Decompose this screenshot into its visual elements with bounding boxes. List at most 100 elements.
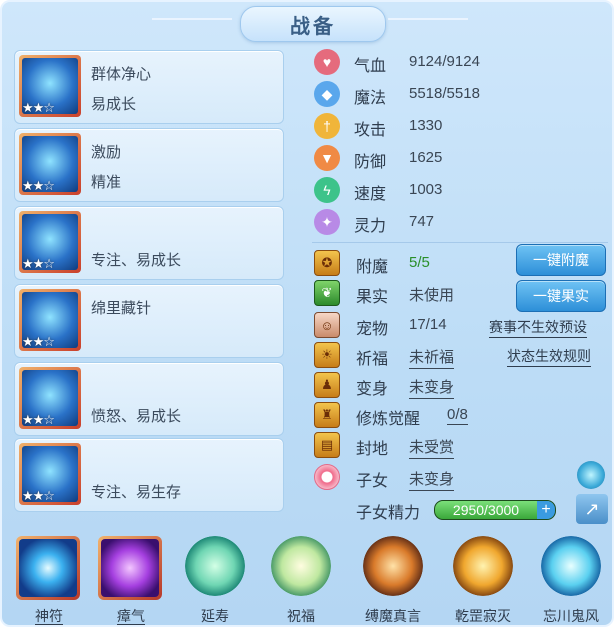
equipment-card[interactable]: ★★☆ 群体净心 易成长 bbox=[14, 50, 284, 124]
enchant-label: 附魔 bbox=[356, 259, 389, 276]
stat-hp: ♥ 气血 9124/9124 bbox=[314, 48, 514, 76]
stat-spirit: ✦ 灵力 747 bbox=[314, 208, 514, 236]
enchant-icon: ✪ bbox=[314, 250, 340, 276]
section-divider bbox=[312, 242, 608, 243]
enchant-value: 5/5 bbox=[409, 254, 430, 271]
panel-title: 战备 bbox=[290, 15, 336, 38]
match-preset-link[interactable]: 赛事不生效预设 bbox=[489, 317, 587, 338]
skill-name: 忘川鬼风 bbox=[543, 608, 599, 624]
stat-value: 1330 bbox=[409, 117, 443, 134]
ghost-wind-icon bbox=[541, 536, 601, 596]
equipment-card[interactable]: ★★☆ 专注、易成长 bbox=[14, 206, 284, 280]
pet-label: 宠物 bbox=[356, 321, 389, 338]
child-value[interactable]: 未变身 bbox=[409, 468, 455, 491]
star-rating: ★★☆ bbox=[22, 178, 55, 193]
stat-value: 747 bbox=[409, 213, 435, 230]
stat-value: 1625 bbox=[409, 149, 443, 166]
boots-icon: ★★☆ bbox=[19, 443, 81, 505]
card-trait: 易成长 bbox=[91, 96, 137, 113]
necklace-icon: ★★☆ bbox=[19, 211, 81, 273]
auto-fruit-button[interactable]: 一键果实 bbox=[516, 280, 606, 312]
card-trait: 专注、易生存 bbox=[91, 484, 182, 501]
blessing-value[interactable]: 未祈福 bbox=[409, 346, 455, 369]
blessing-icon: ☀ bbox=[314, 342, 340, 368]
title-bar: 战备 bbox=[240, 6, 386, 42]
auto-enchant-button[interactable]: 一键附魔 bbox=[516, 244, 606, 276]
star-rating: ★★☆ bbox=[22, 100, 55, 115]
stat-label: 灵力 bbox=[354, 218, 387, 235]
awaken-icon: ♜ bbox=[314, 402, 340, 428]
equipment-card[interactable]: ★★☆ 激励 精准 bbox=[14, 128, 284, 202]
card-skill: 绵里藏针 bbox=[91, 300, 152, 317]
transform-value[interactable]: 未变身 bbox=[409, 376, 455, 399]
skill-slot[interactable]: 延寿 bbox=[180, 534, 250, 625]
transform-icon: ♟ bbox=[314, 372, 340, 398]
stat-value: 9124/9124 bbox=[409, 53, 480, 70]
fief-value[interactable]: 未受赏 bbox=[409, 436, 455, 459]
transform-label: 变身 bbox=[356, 381, 389, 398]
plus-icon[interactable]: + bbox=[537, 501, 555, 519]
awaken-label: 修炼觉醒 bbox=[356, 411, 421, 428]
star-rating: ★★☆ bbox=[22, 256, 55, 271]
skill-bar: 神符 瘴气 延寿 祝福 缚魔真言 乾罡寂灭 忘川鬼风 bbox=[2, 530, 612, 625]
stat-value: 1003 bbox=[409, 181, 443, 198]
status-rule-link[interactable]: 状态生效规则 bbox=[507, 346, 591, 367]
title-decoration-right bbox=[388, 18, 468, 20]
equipment-card[interactable]: ★★☆ 绵里藏针 bbox=[14, 284, 284, 358]
card-skill: 激励 bbox=[91, 144, 122, 161]
miasma-icon bbox=[98, 536, 162, 600]
pet-value: 17/14 bbox=[409, 316, 447, 333]
annihilation-icon bbox=[453, 536, 513, 596]
fruit-value: 未使用 bbox=[409, 287, 455, 304]
crossbow-icon: ★★☆ bbox=[19, 55, 81, 117]
skill-name: 乾罡寂灭 bbox=[455, 608, 511, 624]
star-rating: ★★☆ bbox=[22, 412, 55, 427]
star-rating: ★★☆ bbox=[22, 488, 55, 503]
skill-name: 延寿 bbox=[201, 608, 229, 624]
share-icon[interactable]: ↗ bbox=[576, 494, 608, 524]
skill-slot[interactable]: 神符 bbox=[14, 534, 84, 625]
skill-slot[interactable]: 缚魔真言 bbox=[358, 534, 428, 625]
helmet-icon: ★★☆ bbox=[19, 133, 81, 195]
stat-speed: ϟ 速度 1003 bbox=[314, 176, 514, 204]
mana-icon: ◆ bbox=[314, 81, 340, 107]
sword-icon: † bbox=[314, 113, 340, 139]
fruit-label: 果实 bbox=[356, 289, 389, 306]
blessing-skill-icon bbox=[271, 536, 331, 596]
card-trait: 专注、易成长 bbox=[91, 252, 182, 269]
stat-label: 魔法 bbox=[354, 90, 387, 107]
card-skill: 群体净心 bbox=[91, 66, 152, 83]
child-label: 子女 bbox=[356, 473, 389, 490]
stat-mp: ◆ 魔法 5518/5518 bbox=[314, 80, 514, 108]
stat-value: 5518/5518 bbox=[409, 85, 480, 102]
fief-icon: ▤ bbox=[314, 432, 340, 458]
child-refresh-icon[interactable] bbox=[577, 461, 605, 489]
pet-avatar-icon: ☺ bbox=[314, 312, 340, 338]
equipment-card[interactable]: ★★☆ 专注、易生存 bbox=[14, 438, 284, 512]
equipment-card[interactable]: ★★☆ 愤怒、易成长 bbox=[14, 362, 284, 436]
child-energy-value: 2950/3000 bbox=[452, 502, 520, 518]
awaken-value[interactable]: 0/8 bbox=[447, 406, 468, 425]
skill-name: 祝福 bbox=[287, 608, 315, 624]
card-trait: 愤怒、易成长 bbox=[91, 408, 182, 425]
skill-slot[interactable]: 祝福 bbox=[266, 534, 336, 625]
stat-defense: ▼ 防御 1625 bbox=[314, 144, 514, 172]
skill-name: 缚魔真言 bbox=[365, 608, 421, 624]
skill-slot[interactable]: 忘川鬼风 bbox=[536, 534, 606, 625]
child-energy-label: 子女精力 bbox=[356, 505, 421, 522]
binding-icon bbox=[363, 536, 423, 596]
heart-icon: ♥ bbox=[314, 49, 340, 75]
skill-slot[interactable]: 乾罡寂灭 bbox=[448, 534, 518, 625]
card-trait: 精准 bbox=[91, 174, 122, 191]
blessing-label: 祈福 bbox=[356, 351, 389, 368]
skill-slot[interactable]: 瘴气 bbox=[96, 534, 166, 625]
belt-icon: ★★☆ bbox=[19, 367, 81, 429]
spirit-icon: ✦ bbox=[314, 209, 340, 235]
talisman-icon bbox=[16, 536, 80, 600]
stat-attack: † 攻击 1330 bbox=[314, 112, 514, 140]
star-rating: ★★☆ bbox=[22, 334, 55, 349]
armor-icon: ★★☆ bbox=[19, 289, 81, 351]
stat-label: 攻击 bbox=[354, 122, 387, 139]
longevity-icon bbox=[185, 536, 245, 596]
stat-label: 气血 bbox=[354, 58, 387, 75]
